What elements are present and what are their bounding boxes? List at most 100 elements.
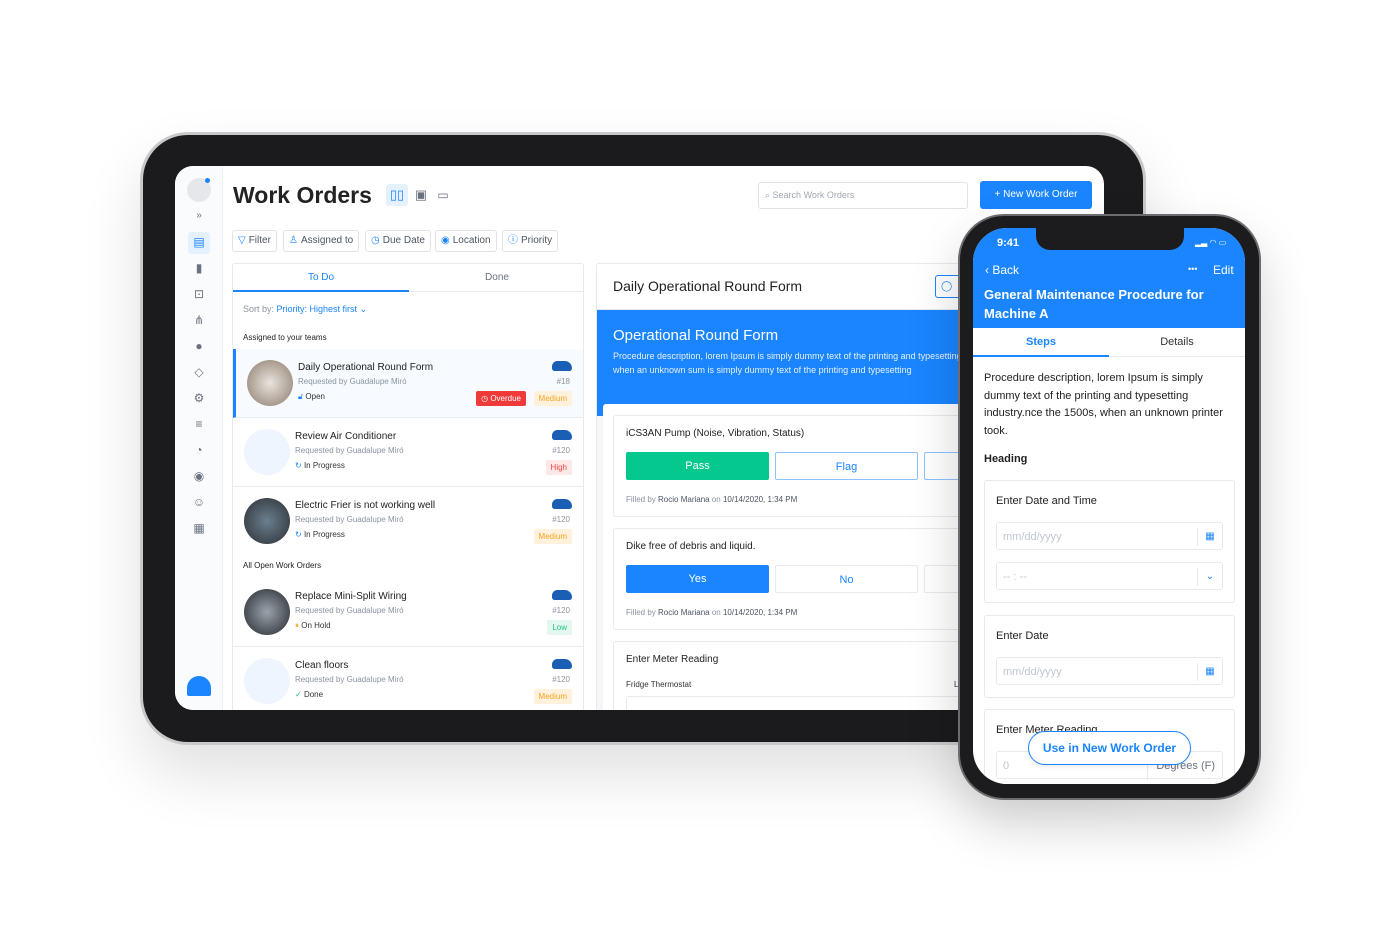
order-requester: Requested by Guadalupe Miró	[295, 606, 404, 615]
detail-title: Daily Operational Round Form	[613, 278, 803, 294]
order-number: #120	[552, 515, 570, 524]
table-icon[interactable]: ▣	[412, 184, 430, 206]
flag-button[interactable]: Flag	[775, 452, 918, 480]
order-thumbnail	[244, 498, 290, 544]
assigned-to-button[interactable]: ♙ Assigned to	[283, 230, 360, 252]
messages-icon[interactable]: ●	[189, 336, 209, 356]
no-button[interactable]: No	[775, 565, 918, 593]
work-order-card[interactable]: Review Air Conditioner Requested by Guad…	[233, 418, 583, 487]
order-title: Clean floors	[295, 660, 349, 671]
notification-dot	[205, 178, 210, 183]
time-input[interactable]: -- : -- ⌄	[996, 562, 1223, 590]
calendar-icon[interactable]: ▦	[1197, 663, 1222, 681]
procedure-description: Procedure description, lorem Ipsum is si…	[984, 372, 1223, 437]
priority-icon: ⓘ	[508, 235, 518, 246]
procedure-title: General Maintenance Procedure for Machin…	[984, 287, 1204, 321]
meter-input[interactable]	[626, 696, 966, 710]
chevron-down-icon[interactable]: ⌄	[1197, 568, 1222, 586]
check-icon: ✓	[295, 690, 304, 699]
tab-details[interactable]: Details	[1109, 328, 1245, 357]
team-icon	[552, 361, 572, 371]
requests-icon[interactable]: ⊡	[189, 284, 209, 304]
filled-by: Filled by Rocio Mariana on 10/14/2020, 1…	[626, 608, 798, 617]
order-number: #18	[556, 377, 570, 386]
order-requester: Requested by Guadalupe Miró	[295, 446, 404, 455]
gauge-icon[interactable]: ◔	[189, 440, 209, 460]
date-field: Enter Date mm/dd/yyyy ▦	[984, 615, 1235, 698]
expand-icon[interactable]: »	[189, 206, 209, 226]
location-icon[interactable]: ◉	[189, 466, 209, 486]
work-orders-icon[interactable]: ▤	[188, 232, 210, 254]
reports-icon[interactable]: ▮	[189, 258, 209, 278]
tab-to-do[interactable]: To Do	[233, 264, 409, 292]
page-title: Work Orders	[233, 182, 372, 208]
more-icon[interactable]: •••	[1188, 264, 1197, 274]
user-icon: ♙	[289, 235, 298, 246]
refresh-icon: ↻	[295, 530, 304, 539]
columns-icon[interactable]: ▯▯	[386, 184, 408, 206]
priority-badge: Low	[547, 620, 572, 635]
question-label: iCS3AN Pump (Noise, Vibration, Status)	[626, 428, 805, 439]
chevron-down-icon: ⌄	[357, 304, 368, 314]
back-button[interactable]: ‹ Back	[985, 263, 1019, 277]
section-heading: Assigned to your teams	[243, 333, 327, 342]
filled-by: Filled by Rocio Mariana on 10/14/2020, 1…	[626, 495, 798, 504]
tag-icon[interactable]: ◇	[189, 362, 209, 382]
question-label: Dike free of debris and liquid.	[626, 541, 756, 552]
location-button[interactable]: ◉ Location	[435, 230, 497, 252]
users-icon[interactable]: ☺	[189, 492, 209, 512]
overdue-badge: ◷ Overdue	[476, 391, 526, 406]
order-thumbnail	[247, 360, 293, 406]
work-order-card[interactable]: Clean floors Requested by Guadalupe Miró…	[233, 647, 583, 710]
pin-icon: ◉	[441, 235, 450, 246]
tab-steps[interactable]: Steps	[973, 328, 1109, 357]
order-thumbnail	[244, 658, 290, 704]
use-in-new-work-order-button[interactable]: Use in New Work Order	[1028, 731, 1191, 765]
order-status: ↻ In Progress	[295, 530, 345, 539]
hierarchy-icon[interactable]: ⋔	[189, 310, 209, 330]
priority-button[interactable]: ⓘ Priority	[502, 230, 559, 252]
priority-badge: Medium	[533, 391, 572, 406]
team-icon	[552, 430, 572, 440]
date-input[interactable]: mm/dd/yyyy ▦	[996, 657, 1223, 685]
yes-button[interactable]: Yes	[626, 565, 769, 593]
work-order-card[interactable]: Daily Operational Round Form Requested b…	[233, 349, 583, 418]
new-work-order-button[interactable]: + New Work Order	[980, 181, 1092, 209]
meter-label: Fridge Thermostat	[626, 680, 692, 689]
battery-icon: ▂▃ ◠ ▭	[1195, 238, 1227, 247]
question-card: Enter Meter Reading Fridge Thermostat La	[613, 641, 973, 710]
sidebar: » ▤ ▮ ⊡ ⋔ ● ◇ ⚙ ≡ ◔ ◉ ☺ ▦	[175, 166, 223, 710]
order-status: ⏸︎ On Hold	[295, 621, 331, 630]
order-status: ✓ Done	[295, 690, 324, 699]
logo-icon	[187, 676, 211, 696]
team-icon	[552, 499, 572, 509]
date-input[interactable]: mm/dd/yyyy ▦	[996, 522, 1223, 550]
due-date-button[interactable]: ◷ Due Date	[365, 230, 431, 252]
order-number: #120	[552, 446, 570, 455]
work-order-card[interactable]: Electric Frier is not working well Reque…	[233, 487, 583, 556]
order-thumbnail	[244, 429, 290, 475]
order-requester: Requested by Guadalupe Miró	[298, 377, 407, 386]
date-time-field: Enter Date and Time mm/dd/yyyy ▦ -- : -- ⌄	[984, 480, 1235, 603]
gear-icon[interactable]: ⚙	[189, 388, 209, 408]
clock-icon: ◷	[481, 394, 491, 403]
question-label: Enter Meter Reading	[626, 654, 719, 665]
calendar-icon[interactable]: ▦	[1197, 528, 1222, 546]
pass-button[interactable]: Pass	[626, 452, 769, 480]
search-input[interactable]: ⌕ Search Work Orders	[758, 182, 968, 209]
order-status: 🔓︎ Open	[298, 392, 325, 401]
edit-button[interactable]: Edit	[1213, 263, 1234, 277]
work-order-card[interactable]: Replace Mini-Split Wiring Requested by G…	[233, 578, 583, 647]
calendar-icon[interactable]: ▭	[434, 184, 452, 206]
work-order-list: To Do Done Sort by: Priority: Highest fi…	[232, 263, 584, 710]
order-requester: Requested by Guadalupe Miró	[295, 675, 404, 684]
filter-button[interactable]: ▽ Filter	[232, 230, 277, 252]
sort-control[interactable]: Sort by: Priority: Highest first ⌄	[243, 304, 367, 315]
tab-done[interactable]: Done	[409, 264, 583, 292]
inventory-icon[interactable]: ▦	[189, 518, 209, 538]
order-title: Electric Frier is not working well	[295, 500, 436, 511]
order-title: Replace Mini-Split Wiring	[295, 591, 407, 602]
field-label: Enter Date and Time	[996, 495, 1097, 507]
team-icon	[552, 659, 572, 669]
list-icon[interactable]: ≡	[189, 414, 209, 434]
